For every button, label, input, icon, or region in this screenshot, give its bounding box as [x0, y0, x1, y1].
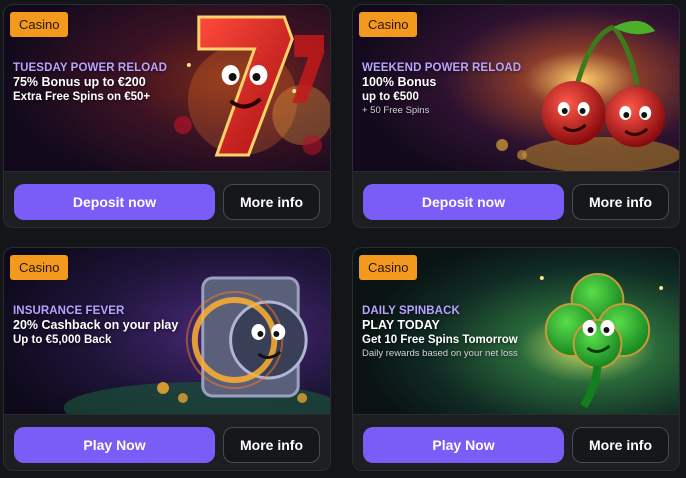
- promo-eyebrow: INSURANCE FEVER: [13, 305, 125, 317]
- promo-headline: PLAY TODAY: [362, 318, 440, 332]
- play-now-button[interactable]: Play Now: [363, 427, 564, 463]
- promo-fine-print: + 50 Free Spins: [362, 105, 430, 116]
- promo-card-tuesday-reload: Casino TUESDAY POWER RELOAD 75% Bonus up…: [3, 4, 331, 228]
- promo-card-insurance-fever: Casino INSURANCE FEVER 20% Cashback on y…: [3, 247, 331, 471]
- promo-text: TUESDAY POWER RELOAD 75% Bonus up to €20…: [13, 61, 167, 104]
- promo-eyebrow: TUESDAY POWER RELOAD: [13, 62, 168, 74]
- more-info-button[interactable]: More info: [572, 184, 669, 220]
- promo-sub: Get 10 Free Spins Tomorrow: [362, 334, 518, 346]
- play-now-button[interactable]: Play Now: [14, 427, 215, 463]
- promo-sub: Up to €5,000 Back: [13, 334, 112, 346]
- promo-eyebrow: WEEKEND POWER RELOAD: [362, 62, 522, 74]
- promo-text: WEEKEND POWER RELOAD 100% Bonus up to €5…: [362, 61, 521, 117]
- promo-text: DAILY SPINBACK PLAY TODAY Get 10 Free Sp…: [362, 304, 518, 360]
- more-info-button[interactable]: More info: [223, 427, 320, 463]
- promo-eyebrow: DAILY SPINBACK: [362, 305, 460, 317]
- promo-card-weekend-reload: Casino WEEKEND POWER RELOAD 100% Bonus u…: [352, 4, 680, 228]
- deposit-now-button[interactable]: Deposit now: [363, 184, 564, 220]
- casino-badge: Casino: [359, 255, 418, 280]
- promo-card-daily-spinback: Casino DAILY SPINBACK PLAY TODAY Get 10 …: [352, 247, 680, 471]
- promo-banner[interactable]: Casino INSURANCE FEVER 20% Cashback on y…: [4, 248, 330, 414]
- promo-headline: 20% Cashback on your play: [13, 318, 179, 332]
- more-info-button[interactable]: More info: [223, 184, 320, 220]
- promo-banner[interactable]: Casino DAILY SPINBACK PLAY TODAY Get 10 …: [353, 248, 679, 414]
- promo-actions: Deposit now More info: [353, 171, 679, 227]
- promo-actions: Play Now More info: [353, 414, 679, 470]
- promo-text: INSURANCE FEVER 20% Cashback on your pla…: [13, 304, 178, 347]
- casino-badge: Casino: [359, 12, 418, 37]
- promo-actions: Deposit now More info: [4, 171, 330, 227]
- promo-fine-print: Daily rewards based on your net loss: [362, 348, 518, 359]
- casino-badge: Casino: [10, 12, 69, 37]
- promo-actions: Play Now More info: [4, 414, 330, 470]
- more-info-button[interactable]: More info: [572, 427, 669, 463]
- promo-sub: Extra Free Spins on €50+: [13, 91, 151, 103]
- promo-headline: 100% Bonus: [362, 75, 437, 89]
- promo-headline: 75% Bonus up to €200: [13, 75, 146, 89]
- promo-banner[interactable]: Casino WEEKEND POWER RELOAD 100% Bonus u…: [353, 5, 679, 171]
- promo-banner[interactable]: Casino TUESDAY POWER RELOAD 75% Bonus up…: [4, 5, 330, 171]
- promo-sub: up to €500: [362, 91, 419, 103]
- casino-badge: Casino: [10, 255, 69, 280]
- deposit-now-button[interactable]: Deposit now: [14, 184, 215, 220]
